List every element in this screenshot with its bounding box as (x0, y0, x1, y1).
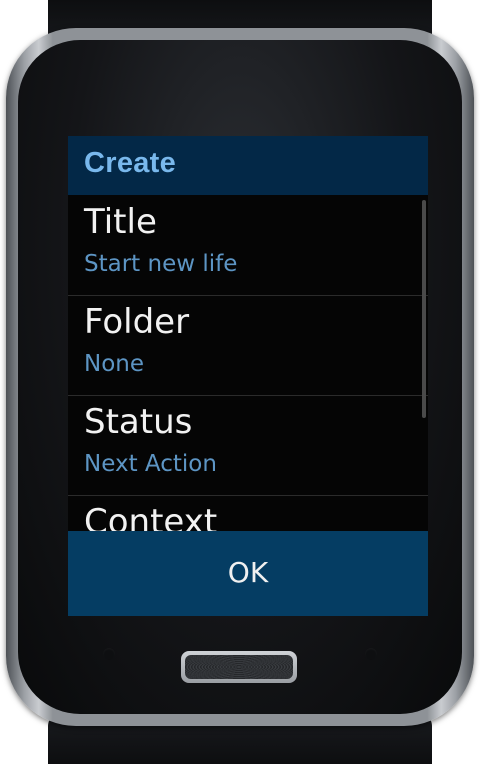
field-value: Start new life (84, 251, 238, 277)
list-item-status[interactable]: Status Next Action (68, 396, 428, 496)
field-label: Status (84, 402, 193, 442)
watch-screen: Create Title Start new life Folder None … (68, 136, 428, 616)
field-label: Title (84, 202, 157, 242)
list-item-folder[interactable]: Folder None (68, 296, 428, 396)
smartwatch-device: Create Title Start new life Folder None … (0, 0, 480, 764)
home-button[interactable] (181, 651, 297, 683)
field-label: Context (84, 502, 218, 532)
list-scrollbar[interactable] (422, 200, 426, 418)
create-form-list[interactable]: Title Start new life Folder None Status … (68, 196, 428, 532)
ok-button-label: OK (227, 556, 269, 589)
list-item-title[interactable]: Title Start new life (68, 196, 428, 296)
ok-button[interactable]: OK (68, 531, 428, 616)
right-sensor (365, 648, 377, 660)
field-value: None (84, 351, 145, 377)
list-item-context[interactable]: Context (68, 496, 428, 532)
field-label: Folder (84, 302, 190, 342)
page-title: Create (84, 147, 177, 179)
screen-header: Create (68, 136, 428, 195)
home-button-icon (185, 655, 293, 679)
left-sensor (103, 648, 115, 660)
field-value: Next Action (84, 451, 217, 477)
